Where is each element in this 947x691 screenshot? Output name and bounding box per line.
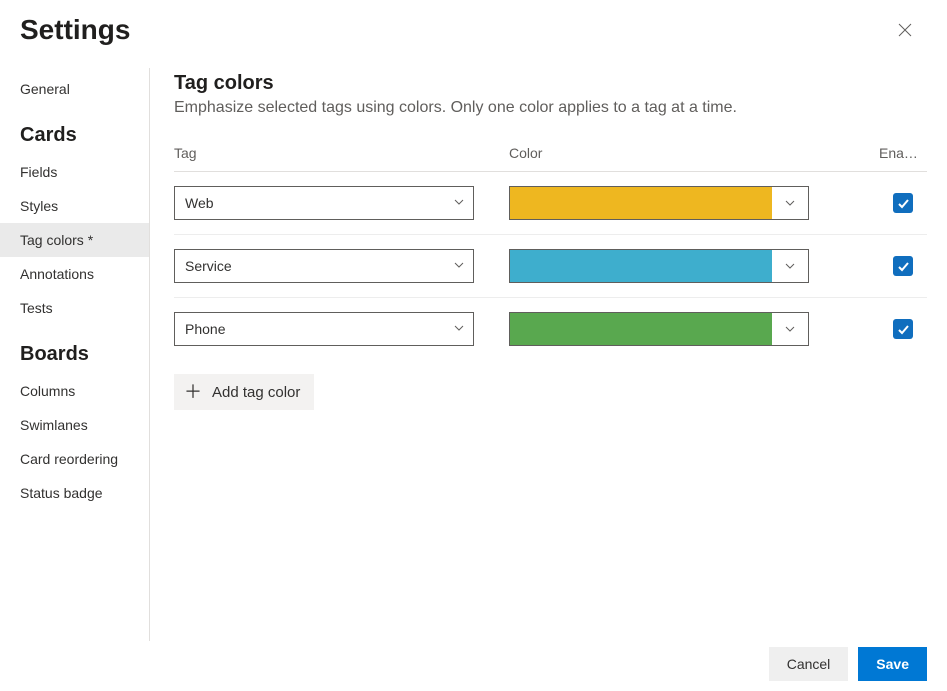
close-icon (898, 23, 912, 37)
tag-select[interactable]: Web (174, 186, 474, 220)
rows-container: Web Service Phone (174, 172, 927, 360)
color-select[interactable] (509, 312, 809, 346)
dialog-header: Settings (0, 0, 947, 46)
panel-title: Tag colors (174, 72, 927, 95)
cancel-button[interactable]: Cancel (769, 647, 849, 681)
tag-select-value: Service (185, 258, 232, 274)
sidebar-item-swimlanes[interactable]: Swimlanes (0, 408, 149, 442)
sidebar-item-label: Tag colors * (20, 232, 93, 248)
sidebar-section-cards: Cards (0, 106, 149, 155)
color-swatch (510, 187, 772, 219)
color-swatch (510, 250, 772, 282)
enabled-checkbox[interactable] (893, 319, 913, 339)
sidebar-item-label: Columns (20, 383, 75, 399)
column-header-enabled: Ena… (879, 145, 927, 161)
column-header-color: Color (509, 145, 879, 161)
checkmark-icon (897, 323, 910, 336)
sidebar-item-label: Annotations (20, 266, 94, 282)
sidebar-item-styles[interactable]: Styles (0, 189, 149, 223)
dialog-footer: Cancel Save (0, 641, 947, 691)
sidebar-item-label: Tests (20, 300, 53, 316)
sidebar-item-columns[interactable]: Columns (0, 374, 149, 408)
chevron-down-icon (784, 260, 796, 272)
table-header: Tag Color Ena… (174, 145, 927, 172)
tag-select[interactable]: Service (174, 249, 474, 283)
panel-description: Emphasize selected tags using colors. On… (174, 99, 927, 117)
sidebar-item-label: Styles (20, 198, 58, 214)
chevron-down-icon (453, 196, 465, 208)
sidebar-item-annotations[interactable]: Annotations (0, 257, 149, 291)
chevron-down-icon (784, 323, 796, 335)
cancel-label: Cancel (787, 656, 831, 672)
close-button[interactable] (889, 14, 921, 46)
sidebar-item-label: Status badge (20, 485, 103, 501)
color-select[interactable] (509, 186, 809, 220)
sidebar-item-label: Card reordering (20, 451, 118, 467)
sidebar-item-label: Swimlanes (20, 417, 88, 433)
sidebar-item-status-badge[interactable]: Status badge (0, 476, 149, 510)
table-row: Web (174, 172, 927, 235)
tag-select-value: Phone (185, 321, 225, 337)
sidebar-item-fields[interactable]: Fields (0, 155, 149, 189)
enabled-checkbox[interactable] (893, 256, 913, 276)
sidebar: General Cards Fields Styles Tag colors *… (0, 68, 150, 641)
sidebar-item-tests[interactable]: Tests (0, 291, 149, 325)
color-select[interactable] (509, 249, 809, 283)
sidebar-item-card-reordering[interactable]: Card reordering (0, 442, 149, 476)
table-row: Service (174, 235, 927, 298)
chevron-down-icon (784, 197, 796, 209)
save-label: Save (876, 656, 909, 672)
save-button[interactable]: Save (858, 647, 927, 681)
sidebar-item-label: General (20, 81, 70, 97)
enabled-checkbox[interactable] (893, 193, 913, 213)
sidebar-item-tag-colors[interactable]: Tag colors * (0, 223, 149, 257)
sidebar-item-general[interactable]: General (0, 72, 149, 106)
settings-dialog: Settings General Cards Fields Styles Tag… (0, 0, 947, 691)
color-swatch (510, 313, 772, 345)
checkmark-icon (897, 197, 910, 210)
dialog-title: Settings (20, 14, 130, 46)
dialog-body: General Cards Fields Styles Tag colors *… (0, 46, 947, 641)
add-button-label: Add tag color (212, 384, 300, 401)
column-header-tag: Tag (174, 145, 509, 161)
plus-icon: ＋ (184, 383, 202, 401)
tag-select[interactable]: Phone (174, 312, 474, 346)
checkmark-icon (897, 260, 910, 273)
main-panel: Tag colors Emphasize selected tags using… (150, 68, 947, 641)
sidebar-item-label: Fields (20, 164, 57, 180)
add-tag-color-button[interactable]: ＋ Add tag color (174, 374, 314, 410)
tag-select-value: Web (185, 195, 214, 211)
chevron-down-icon (453, 322, 465, 334)
chevron-down-icon (453, 259, 465, 271)
table-row: Phone (174, 298, 927, 360)
sidebar-section-boards: Boards (0, 325, 149, 374)
